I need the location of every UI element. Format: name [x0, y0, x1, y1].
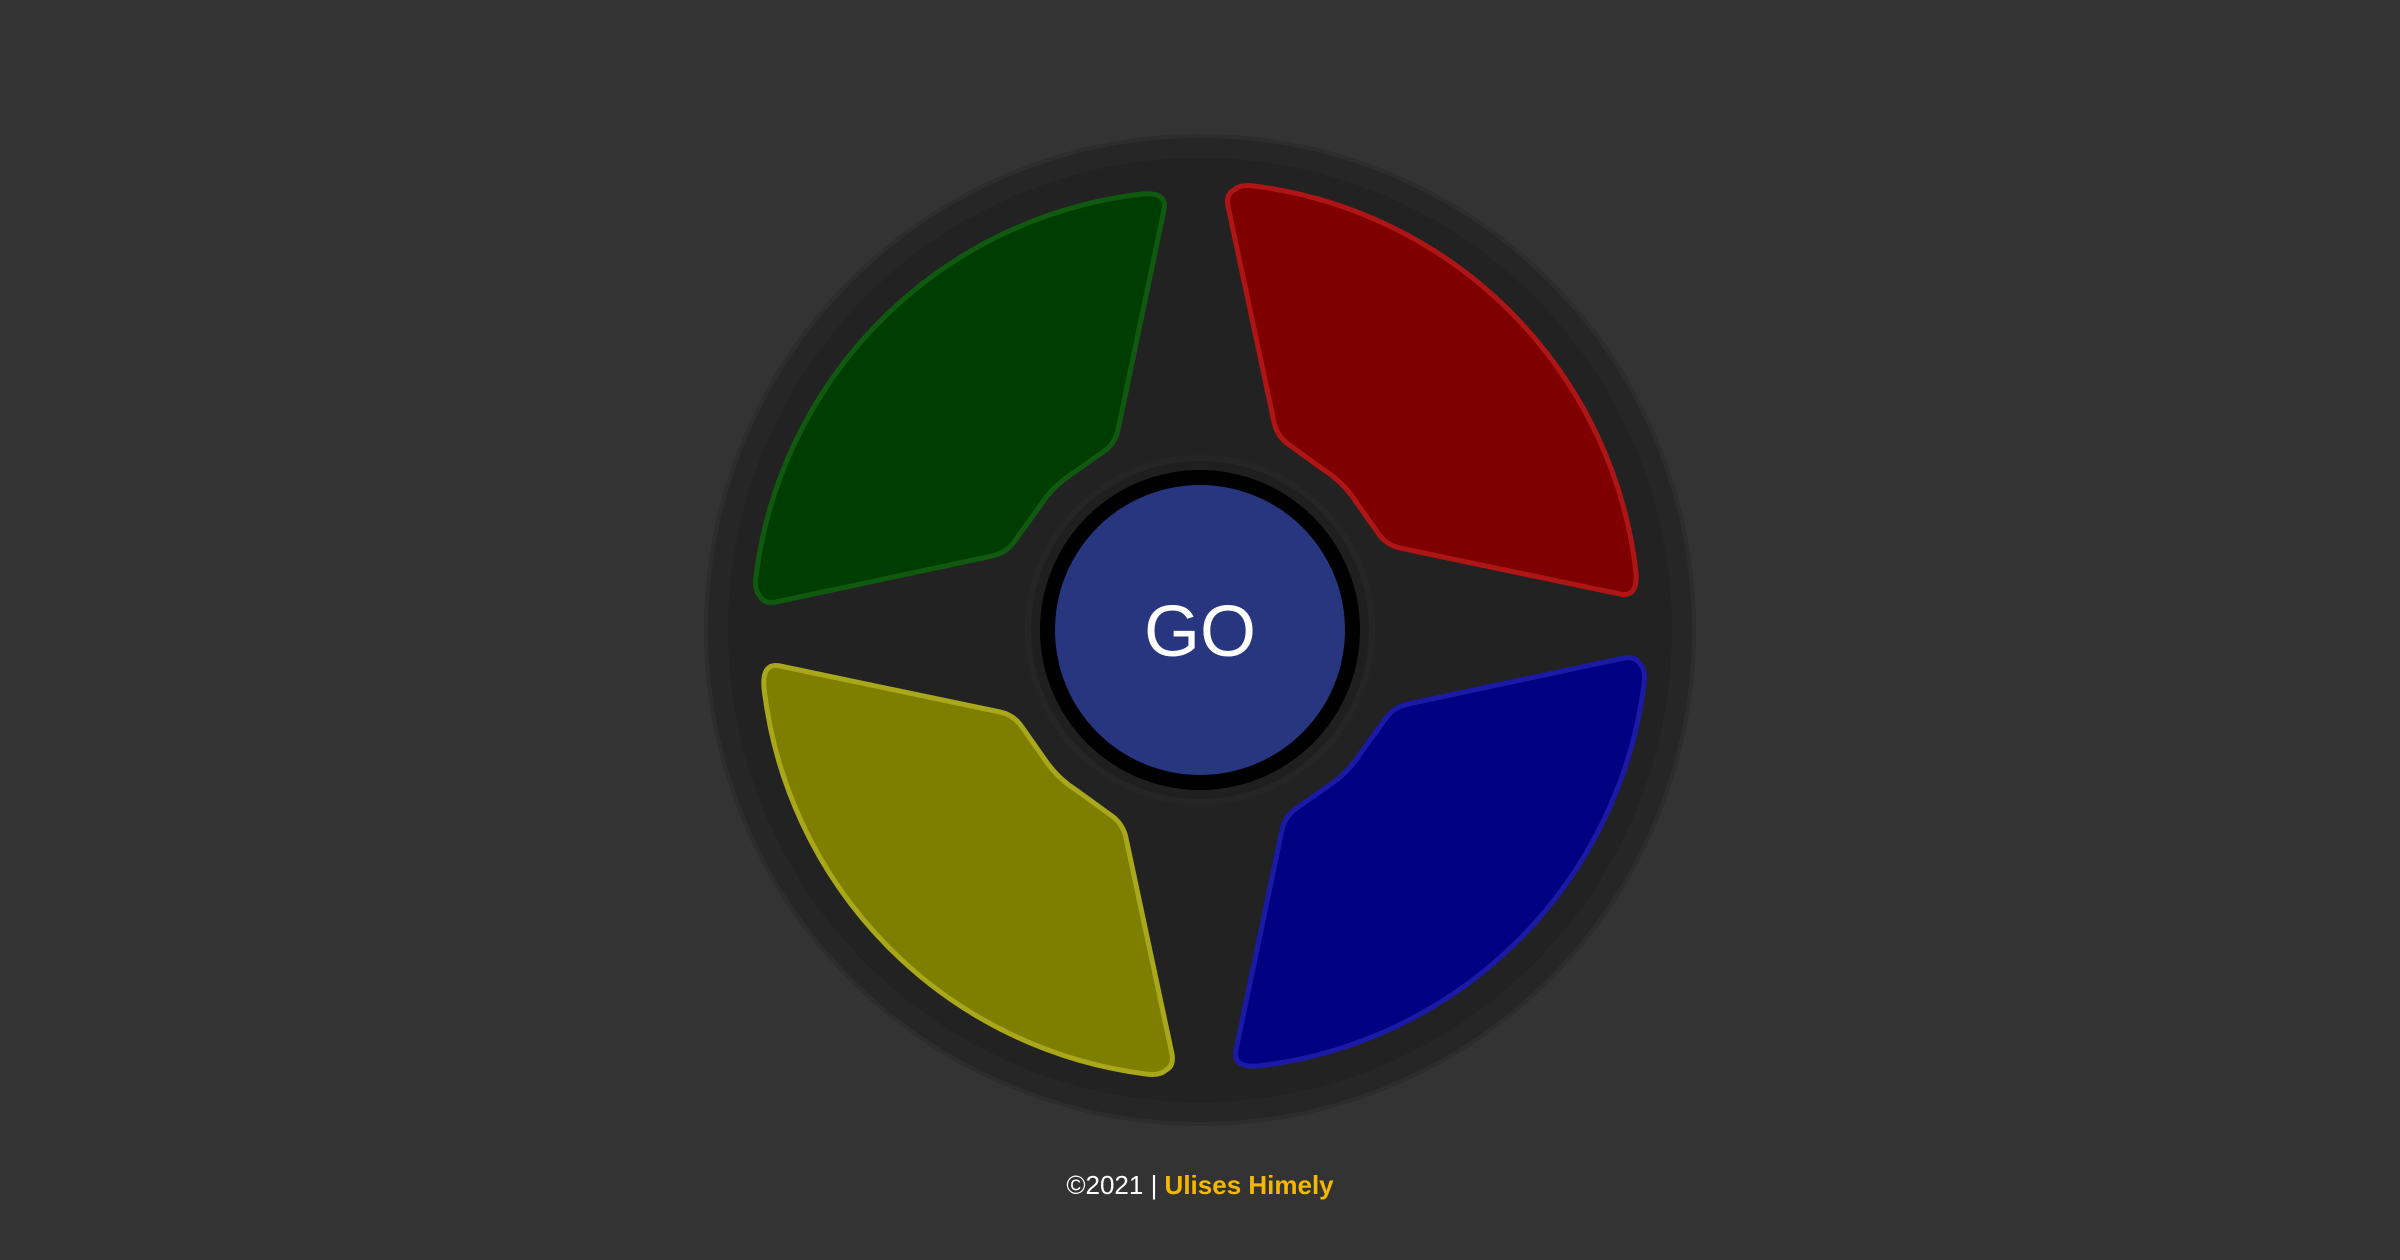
start-button[interactable]: GO: [1055, 485, 1345, 775]
copyright-text: ©2021 |: [1066, 1170, 1165, 1200]
footer: ©2021 | Ulises Himely: [0, 1170, 2400, 1201]
start-button-label[interactable]: GO: [1144, 592, 1256, 672]
author-link[interactable]: Ulises Himely: [1165, 1170, 1334, 1200]
simon-game-board: GO: [704, 134, 1696, 1126]
